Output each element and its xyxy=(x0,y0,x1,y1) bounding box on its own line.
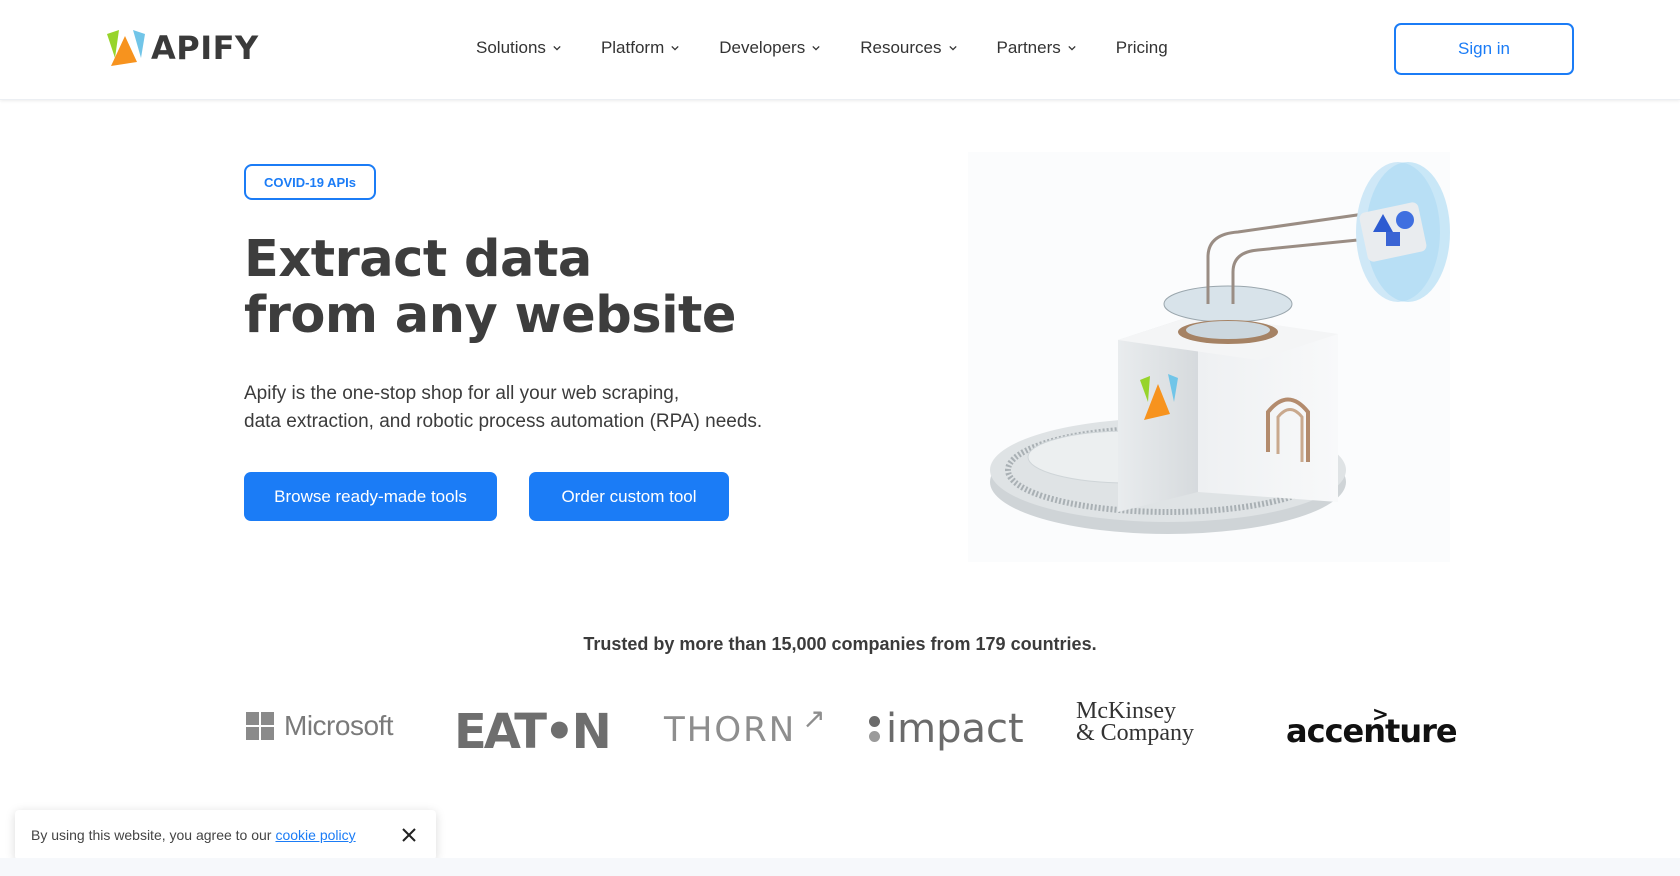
nav-label: Pricing xyxy=(1115,38,1168,57)
nav-label: Developers xyxy=(719,38,806,57)
nav-developers[interactable]: Developers xyxy=(719,38,820,58)
nav-label: Solutions xyxy=(476,38,546,57)
impact-logo-text: impact xyxy=(886,706,1024,752)
order-custom-tool-button[interactable]: Order custom tool xyxy=(529,472,729,521)
nav-partners[interactable]: Partners xyxy=(997,38,1076,58)
apify-logo[interactable]: APIFY xyxy=(105,28,259,68)
headline-line-1: Extract data xyxy=(244,230,592,289)
nav-platform[interactable]: Platform xyxy=(601,38,679,58)
thorn-logo: THORN ↗ xyxy=(664,702,828,751)
chevron-down-icon xyxy=(948,45,957,51)
mckinsey-line-1: McKinsey xyxy=(1076,698,1176,724)
browse-tools-button[interactable]: Browse ready-made tools xyxy=(244,472,497,521)
close-icon[interactable] xyxy=(400,826,418,844)
mckinsey-logo: McKinsey & Company xyxy=(1076,698,1194,746)
chevron-down-icon xyxy=(553,45,561,51)
client-logos: Microsoft EAT•N THORN ↗ impact McKinsey … xyxy=(244,698,1458,760)
trusted-by-text: Trusted by more than 15,000 companies fr… xyxy=(583,634,1097,654)
hero-illustration-graphic xyxy=(990,162,1450,534)
cookie-text: By using this website, you agree to our xyxy=(31,827,272,843)
hero-illustration xyxy=(968,152,1450,562)
nav-label: Resources xyxy=(860,38,942,57)
cookie-banner: By using this website, you agree to our … xyxy=(15,810,436,860)
section-divider xyxy=(0,858,1680,876)
covid-badge[interactable]: COVID-19 APIs xyxy=(244,164,376,200)
impact-logo: impact xyxy=(869,706,1024,752)
headline-line-2: from any website xyxy=(244,286,737,345)
chevron-down-icon xyxy=(812,45,820,51)
accenture-logo: > accenture xyxy=(1286,702,1458,750)
subtext-line-1: Apify is the one-stop shop for all your … xyxy=(244,383,680,404)
nav-resources[interactable]: Resources xyxy=(860,38,957,58)
chevron-down-icon xyxy=(671,45,679,51)
logo-text: APIFY xyxy=(151,29,259,67)
nav-solutions[interactable]: Solutions xyxy=(476,38,561,58)
microsoft-grid-icon xyxy=(246,712,274,740)
apify-logo-icon xyxy=(107,30,145,66)
nav-pricing[interactable]: Pricing xyxy=(1116,38,1168,58)
main-nav: Solutions Platform Developers Resources … xyxy=(476,38,1208,58)
site-header: APIFY Solutions Platform Developers Reso… xyxy=(0,0,1680,100)
impact-dots-icon xyxy=(869,716,880,742)
thorn-mark-icon: ↗ xyxy=(802,701,828,735)
chevron-down-icon xyxy=(1068,45,1076,51)
subtext-line-2: data extraction, and robotic process aut… xyxy=(244,411,763,432)
hero-headline: Extract data from any website xyxy=(244,230,737,345)
sign-in-button[interactable]: Sign in xyxy=(1394,23,1574,75)
nav-label: Platform xyxy=(600,38,665,57)
eaton-logo: EAT•N xyxy=(454,704,612,760)
mckinsey-line-2: & Company xyxy=(1076,720,1194,746)
microsoft-logo-text: Microsoft xyxy=(284,710,394,741)
thorn-logo-text: THORN xyxy=(664,710,797,750)
nav-label: Partners xyxy=(996,38,1061,57)
microsoft-logo: Microsoft xyxy=(246,710,394,742)
accenture-arrow-icon: > xyxy=(1372,702,1389,726)
hero-subtext: Apify is the one-stop shop for all your … xyxy=(244,380,762,436)
cookie-policy-link[interactable]: cookie policy xyxy=(275,827,355,843)
